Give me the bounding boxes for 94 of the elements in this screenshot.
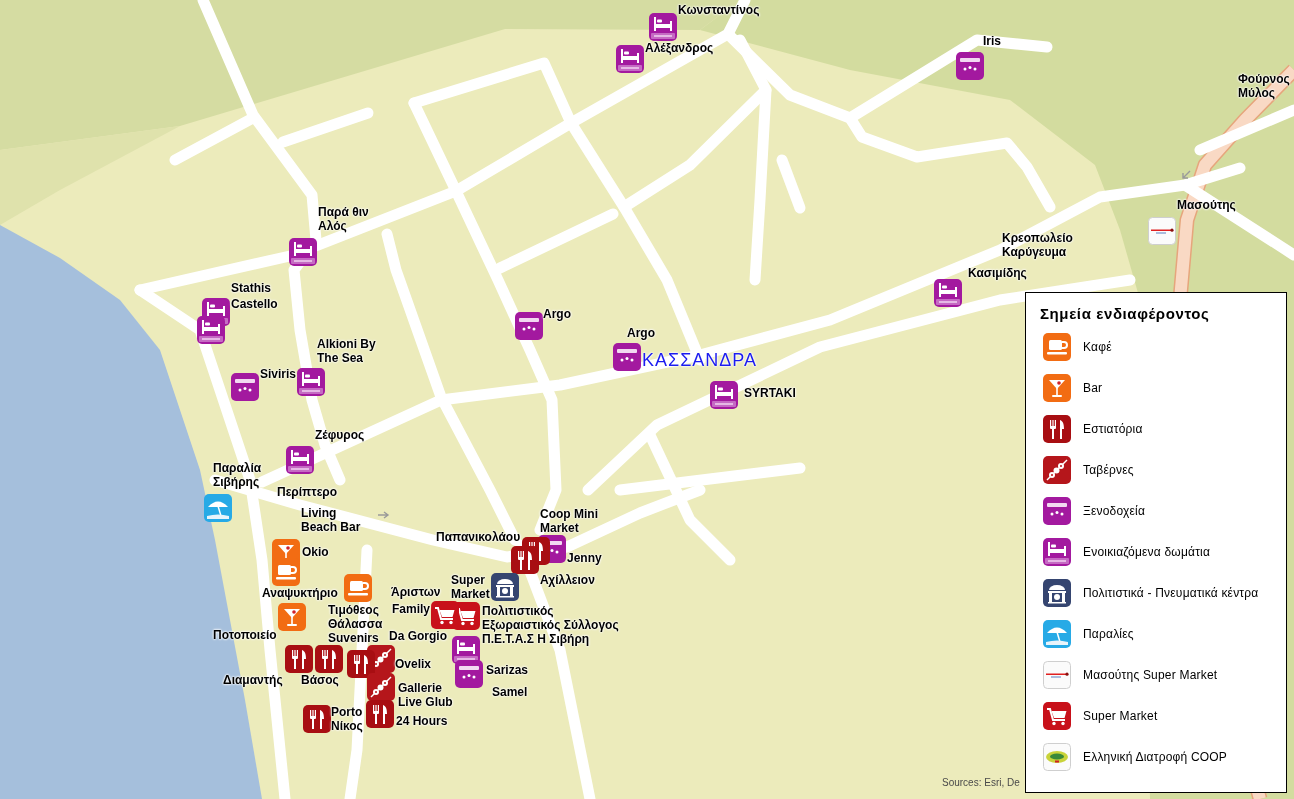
legend-label: Bar [1083,380,1103,396]
shopping-cart-icon [1043,702,1071,730]
map-label: Παρά θιν Αλός [318,205,369,233]
beach-umbrella-icon[interactable] [204,494,232,522]
map-label: Okio [302,545,329,559]
store-logo-icon[interactable] [1148,217,1176,245]
fork-knife-icon [1043,415,1071,443]
map-label: Κρεοπωλείο Καρύγευμα [1002,231,1073,259]
map-label: Αλέξανδρος [645,41,714,55]
oval-logo-icon [1043,743,1071,771]
legend-label: Μασούτης Super Market [1083,667,1218,683]
map-label: 24 Hours [396,714,448,728]
map-label: Μασούτης [1177,198,1236,212]
map-label: Παπανικολάου [436,530,521,544]
legend-label: Super Market [1083,708,1158,724]
map-label: Living Beach Bar [301,506,361,534]
cocktail-glass-icon [1043,374,1071,402]
map-label: Samel [492,685,528,699]
coffee-cup-icon[interactable] [344,574,372,602]
fork-knife-icon[interactable] [315,645,343,673]
coffee-cup-icon[interactable] [272,558,300,586]
legend-label: Εστιατόρια [1083,421,1143,437]
map-label: Alkioni By The Sea [317,337,376,365]
map-label: Sarizas [486,663,529,677]
bed-icon[interactable] [934,279,962,307]
map-label: Κωνσταντίνος [678,3,760,17]
legend-label: Ενοικιαζόμενα δωμάτια [1083,544,1211,560]
map-label: Siviris [260,367,297,381]
legend-title: Σημεία ενδιαφέροντος [1039,304,1211,324]
map-label: Stathis [231,281,271,295]
map-label: Castello [231,297,278,311]
bed-icon[interactable] [710,381,738,409]
fork-knife-icon[interactable] [285,645,313,673]
bed-icon[interactable] [286,446,314,474]
map-label: Διαμαντής [223,673,283,687]
map-label: Gallerie Live Glub [398,681,453,709]
map-label: Porto Νίκος [331,705,363,733]
bed-icon [1043,538,1071,566]
arrow-icon [378,511,390,519]
map-label: Argo [543,307,571,321]
hotel-sign-icon [1043,497,1071,525]
map-label: Da Gorgio [389,629,447,643]
map-label: Τιμόθεος Θάλασσα Suvenirs [328,603,383,645]
map-label: Περίπτερο [277,485,338,499]
map-label: Αναψυκτήριο [262,586,338,600]
legend-label: Παραλίες [1083,626,1134,642]
hotel-sign-icon[interactable] [231,373,259,401]
coffee-cup-icon [1043,333,1071,361]
cocktail-glass-icon[interactable] [278,603,306,631]
store-logo-icon [1043,661,1071,689]
map-label: Family [392,602,430,616]
map-label: Ποτοποιείο [213,628,277,642]
map-label: Κασιμίδης [968,266,1027,280]
map-label: Super Market [451,573,490,601]
fork-knife-icon[interactable] [347,650,375,678]
fork-knife-icon[interactable] [303,705,331,733]
building-icon[interactable] [491,573,519,601]
map-label: Argo [627,326,655,340]
shopping-cart-icon[interactable] [431,601,459,629]
bed-icon[interactable] [616,45,644,73]
map-label: Βάσος [301,673,339,687]
bed-icon[interactable] [649,13,677,41]
legend-label: Ταβέρνες [1083,462,1134,478]
map-label: Coop Mini Market [540,507,598,535]
bed-icon[interactable] [297,368,325,396]
hotel-sign-icon[interactable] [515,312,543,340]
legend-label: Πολιτιστικά - Πνευματικά κέντρα [1083,585,1259,601]
building-icon [1043,579,1071,607]
beach-umbrella-icon [1043,620,1071,648]
bed-icon[interactable] [289,238,317,266]
hotel-sign-icon[interactable] [956,52,984,80]
map-label: Jenny [567,551,602,565]
legend-label: Καφέ [1083,339,1112,355]
skewer-icon [1043,456,1071,484]
map-label: Ζέφυρος [315,428,365,442]
map-label: Φούρνος Μύλος [1238,72,1290,100]
map-label: SYRTAKI [744,386,796,400]
map-label: Παραλία Σιβήρης [213,461,262,489]
map-label: Ovelix [395,657,432,671]
map-label: Iris [983,34,1001,48]
legend-label: Ελληνική Διατροφή COOP [1083,749,1228,765]
fork-knife-icon[interactable] [511,546,539,574]
hotel-sign-icon[interactable] [613,343,641,371]
legend-label: Ξενοδοχεία [1083,503,1146,519]
map-label: Αχίλλειον [540,573,595,587]
arrow-icon [1181,170,1191,180]
attribution-text: Sources: Esri, De [942,777,1020,789]
town-name-label: ΚΑΣΣΑΝΔΡΑ [642,350,757,370]
bed-icon[interactable] [197,316,225,344]
hotel-sign-icon[interactable] [455,660,483,688]
map-label: Πολιτιστικός Εξωραιστικός Σύλλογος Π.Ε.Τ.Α.Σ Η Σιβήρη [482,604,619,646]
map-label: Άριστων [391,585,441,599]
fork-knife-icon[interactable] [366,700,394,728]
skewer-icon[interactable] [367,673,395,701]
